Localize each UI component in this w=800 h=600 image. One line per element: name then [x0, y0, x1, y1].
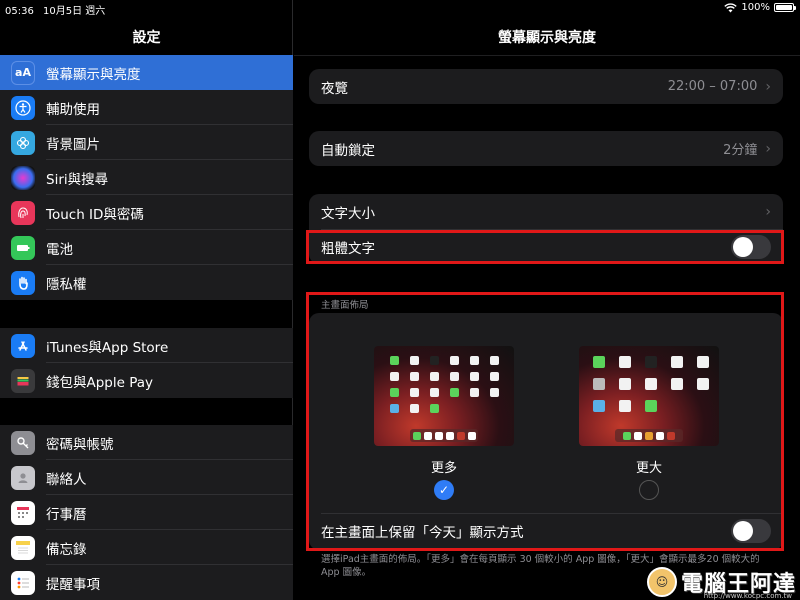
- sidebar-title: 設定: [132, 30, 161, 46]
- sidebar-item-label: 輔助使用: [46, 101, 100, 118]
- sidebar-item-siri[interactable]: Siri與搜尋: [0, 160, 293, 195]
- sidebar-item-touch-id[interactable]: Touch ID與密碼: [0, 195, 293, 230]
- highlight-box-bold-text: [306, 230, 784, 264]
- highlight-box-home-layout: [306, 292, 784, 551]
- sidebar-item-notes[interactable]: 備忘錄: [0, 530, 293, 565]
- night-shift-row[interactable]: 夜覽 22:00 – 07:00 ›: [309, 69, 783, 104]
- sidebar-item-display[interactable]: aA 螢幕顯示與亮度: [0, 55, 293, 90]
- battery-icon: [11, 235, 35, 260]
- chevron-right-icon: ›: [765, 203, 771, 220]
- sidebar-item-label: 聯絡人: [46, 471, 87, 488]
- hand-icon: [11, 270, 35, 295]
- sidebar-item-label: iTunes與App Store: [46, 339, 169, 356]
- sidebar-item-label: 行事曆: [46, 506, 87, 523]
- contacts-icon: [11, 465, 35, 490]
- fingerprint-icon: [11, 200, 35, 225]
- sidebar-group-2: iTunes與App Store 錢包與Apple Pay: [0, 328, 293, 398]
- sidebar-item-accessibility[interactable]: 輔助使用: [0, 90, 293, 125]
- auto-lock-value: 2分鐘: [723, 143, 758, 158]
- sidebar-item-privacy[interactable]: 隱私權: [0, 265, 293, 300]
- key-icon: [11, 430, 35, 455]
- mascot-face-icon: ☺: [646, 567, 677, 597]
- night-shift-value: 22:00 – 07:00: [667, 79, 758, 94]
- auto-lock-label: 自動鎖定: [321, 142, 375, 159]
- siri-icon: [11, 165, 35, 190]
- sidebar-item-label: 密碼與帳號: [46, 436, 114, 453]
- wifi-icon: [724, 2, 738, 12]
- sidebar-item-calendar[interactable]: 行事曆: [0, 495, 293, 530]
- settings-sidebar: 設定 aA 螢幕顯示與亮度 輔助使用 背景圖片 Siri與搜尋 Touch ID…: [0, 0, 293, 600]
- sidebar-group-1: aA 螢幕顯示與亮度 輔助使用 背景圖片 Siri與搜尋 Touch ID與密碼: [0, 55, 293, 300]
- sidebar-item-label: 隱私權: [46, 276, 87, 293]
- sidebar-item-wallpaper[interactable]: 背景圖片: [0, 125, 293, 160]
- accessibility-icon: [11, 95, 35, 120]
- text-size-label: 文字大小: [321, 205, 375, 222]
- sidebar-group-3: 密碼與帳號 聯絡人 行事曆 備忘錄 提醒事項: [0, 425, 293, 600]
- sidebar-item-label: 螢幕顯示與亮度: [46, 66, 141, 83]
- flower-icon: [11, 130, 35, 155]
- text-size-row[interactable]: 文字大小 ›: [309, 194, 783, 229]
- sidebar-item-label: 背景圖片: [46, 136, 100, 153]
- battery-icon: [774, 3, 796, 12]
- sidebar-item-battery[interactable]: 電池: [0, 230, 293, 265]
- notes-icon: [11, 535, 35, 560]
- sidebar-item-label: 提醒事項: [46, 576, 100, 593]
- sidebar-item-label: Siri與搜尋: [46, 171, 109, 188]
- reminders-icon: [11, 570, 35, 595]
- night-shift-label: 夜覽: [321, 80, 348, 97]
- sidebar-item-contacts[interactable]: 聯絡人: [0, 460, 293, 495]
- night-shift-card: 夜覽 22:00 – 07:00 ›: [309, 69, 783, 104]
- detail-pane: 螢幕顯示與亮度 夜覽 22:00 – 07:00 › 自動鎖定 2分鐘 › 文字大小…: [294, 0, 800, 600]
- sidebar-item-label: 錢包與Apple Pay: [46, 374, 154, 391]
- chevron-right-icon: ›: [765, 140, 771, 157]
- sidebar-item-app-store[interactable]: iTunes與App Store: [0, 328, 293, 363]
- sidebar-item-reminders[interactable]: 提醒事項: [0, 565, 293, 600]
- text-size-icon: aA: [11, 60, 35, 85]
- auto-lock-row[interactable]: 自動鎖定 2分鐘 ›: [309, 131, 783, 166]
- calendar-icon: [11, 500, 35, 525]
- sidebar-item-label: Touch ID與密碼: [46, 206, 144, 223]
- status-date: 10月5日 週六: [43, 6, 106, 17]
- sidebar-item-wallet[interactable]: 錢包與Apple Pay: [0, 363, 293, 398]
- nav-divider: [294, 55, 800, 56]
- battery-percent: 100%: [741, 2, 770, 13]
- watermark-url: http://www.kocpc.com.tw: [703, 592, 792, 600]
- sidebar-item-label: 備忘錄: [46, 541, 87, 558]
- status-time: 05:36: [5, 6, 34, 17]
- wallet-icon: [11, 368, 35, 393]
- sidebar-item-label: 電池: [46, 241, 73, 258]
- sidebar-item-passwords[interactable]: 密碼與帳號: [0, 425, 293, 460]
- chevron-right-icon: ›: [765, 78, 771, 95]
- page-title: 螢幕顯示與亮度: [498, 30, 596, 46]
- status-bar: 05:36 10月5日 週六 100%: [0, 0, 800, 17]
- app-store-icon: [11, 333, 35, 358]
- auto-lock-card: 自動鎖定 2分鐘 ›: [309, 131, 783, 166]
